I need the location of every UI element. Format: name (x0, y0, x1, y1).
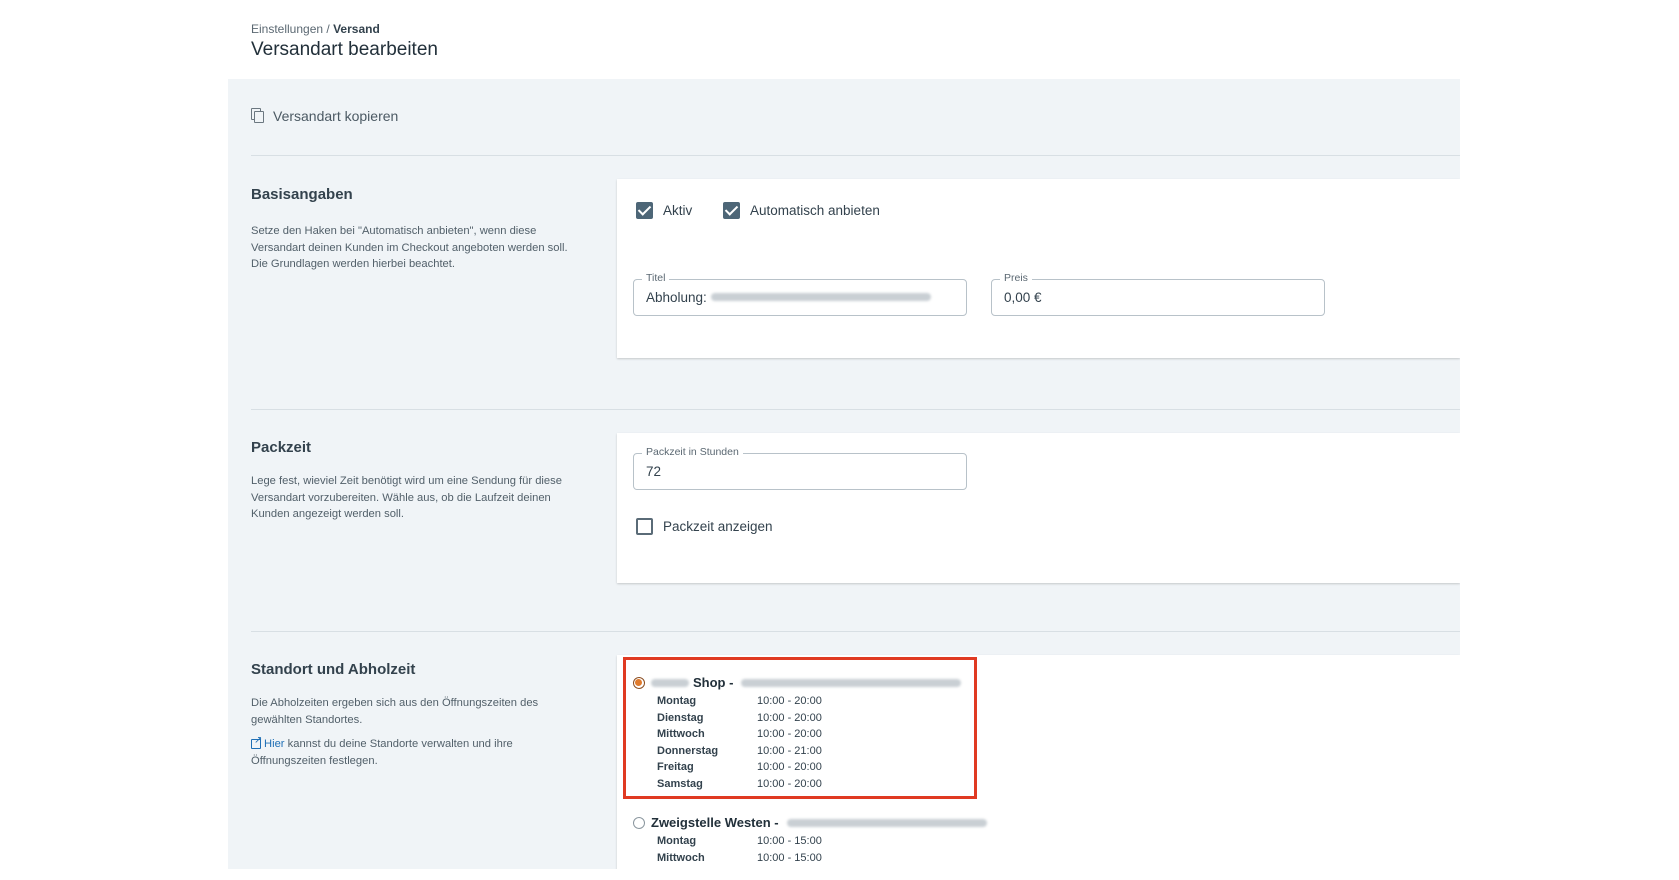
location-header: Zweigstelle Westen - (633, 815, 987, 830)
breadcrumb-parent[interactable]: Einstellungen (251, 22, 323, 36)
auto-offer-label: Automatisch anbieten (750, 203, 880, 218)
breadcrumb-separator: / (326, 22, 330, 36)
breadcrumb-current: Versand (333, 22, 380, 36)
external-link-icon (251, 733, 262, 750)
page-title: Versandart bearbeiten (251, 39, 438, 60)
section-description-packzeit: Lege fest, wieviel Zeit benötigt wird um… (251, 475, 562, 521)
location-name: Zweigstelle Westen - (651, 815, 779, 830)
checkbox-unchecked-icon (636, 518, 653, 535)
copy-shipping-label: Versandart kopieren (273, 108, 399, 124)
auto-offer-checkbox[interactable]: Automatisch anbieten (723, 202, 880, 219)
title-field-label: Titel (642, 272, 670, 284)
checkbox-checked-icon (636, 202, 653, 219)
manage-locations-rest: kannst du deine Standorte verwalten und … (251, 738, 513, 767)
highlight-box (623, 657, 977, 799)
opening-hours: Montag 10:00 - 15:00 Mittwoch 10:00 - 15:0… (657, 833, 987, 866)
hours-row: Montag 10:00 - 15:00 (657, 833, 987, 850)
location-option[interactable]: Zweigstelle Westen - Montag 10:00 - 15:00… (633, 815, 987, 866)
aktiv-checkbox[interactable]: Aktiv (636, 202, 692, 219)
hours-row: Mittwoch 10:00 - 15:00 (657, 850, 987, 867)
show-packzeit-checkbox[interactable]: Packzeit anzeigen (636, 518, 773, 535)
divider (251, 409, 1460, 410)
divider (251, 631, 1460, 632)
hours-time: 10:00 - 15:00 (757, 851, 822, 864)
show-packzeit-label: Packzeit anzeigen (663, 519, 773, 534)
price-field-value: 0,00 € (1004, 290, 1042, 305)
hours-day: Montag (657, 835, 697, 847)
divider (251, 155, 1460, 156)
blurred-address (786, 818, 987, 827)
packzeit-field-label: Packzeit in Stunden (642, 446, 743, 458)
manage-locations-text: Hier kannst du deine Standorte verwalten… (251, 733, 586, 769)
section-description-standort: Die Abholzeiten ergeben sich aus den Öff… (251, 697, 539, 726)
basis-card: Aktiv Automatisch anbieten Titel Abholun… (617, 179, 1460, 358)
hours-time: 10:00 - 15:00 (757, 835, 822, 847)
section-title-packzeit: Packzeit (251, 439, 312, 456)
copy-icon (251, 108, 265, 124)
price-field[interactable]: Preis 0,00 € (991, 272, 1325, 316)
hours-day: Mittwoch (657, 851, 705, 864)
breadcrumb: Einstellungen / Versand (251, 22, 438, 36)
packzeit-field-value: 72 (646, 464, 662, 479)
radio-unselected-icon[interactable] (633, 816, 645, 829)
section-title-standort: Standort und Abholzeit (251, 661, 416, 678)
copy-shipping-button[interactable]: Versandart kopieren (251, 108, 398, 124)
packzeit-card: Packzeit in Stunden 72 Packzeit anzeigen (617, 433, 1460, 583)
manage-locations-link-text: Hier (264, 738, 285, 750)
section-description-basis: Setze den Haken bei "Automatisch anbiete… (251, 225, 568, 271)
title-field[interactable]: Titel Abholung: (633, 272, 967, 316)
title-field-value: Abholung: (646, 290, 931, 305)
aktiv-label: Aktiv (663, 203, 693, 218)
section-title-basis: Basisangaben (251, 186, 353, 203)
checkbox-checked-icon (723, 202, 740, 219)
title-field-text: Abholung: (646, 290, 707, 305)
blurred-address (710, 293, 931, 301)
price-field-label: Preis (1000, 272, 1032, 284)
packzeit-field[interactable]: Packzeit in Stunden 72 (633, 446, 967, 490)
page-header: Einstellungen / Versand Versandart bearb… (251, 22, 438, 61)
manage-locations-link[interactable]: Hier (251, 733, 285, 750)
